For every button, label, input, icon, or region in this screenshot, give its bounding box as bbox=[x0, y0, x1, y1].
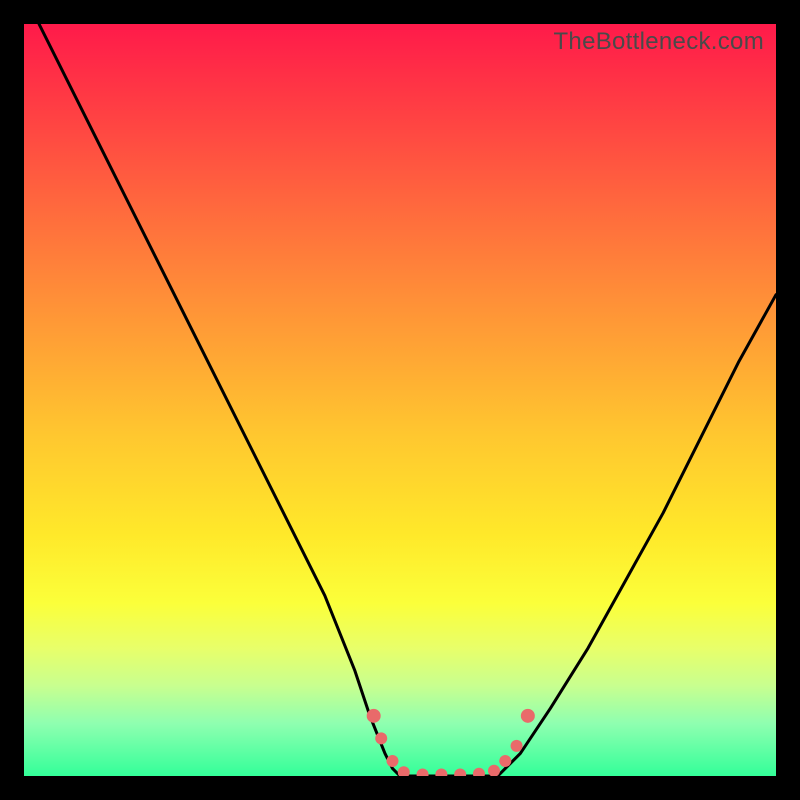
marker-dot bbox=[435, 769, 447, 777]
marker-dot bbox=[417, 769, 429, 777]
marker-dot bbox=[473, 768, 485, 776]
marker-dot bbox=[521, 709, 535, 723]
bottleneck-path bbox=[39, 24, 776, 776]
chart-frame: TheBottleneck.com bbox=[0, 0, 800, 800]
marker-dot bbox=[386, 755, 398, 767]
marker-dot bbox=[488, 765, 500, 776]
marker-dot bbox=[398, 766, 410, 776]
marker-dot bbox=[367, 709, 381, 723]
bottleneck-curve bbox=[39, 24, 776, 776]
curve-layer bbox=[24, 24, 776, 776]
plot-area: TheBottleneck.com bbox=[24, 24, 776, 776]
marker-dot bbox=[375, 732, 387, 744]
marker-dot bbox=[499, 755, 511, 767]
marker-dot bbox=[511, 740, 523, 752]
watermark-label: TheBottleneck.com bbox=[553, 28, 764, 56]
marker-dot bbox=[454, 769, 466, 777]
